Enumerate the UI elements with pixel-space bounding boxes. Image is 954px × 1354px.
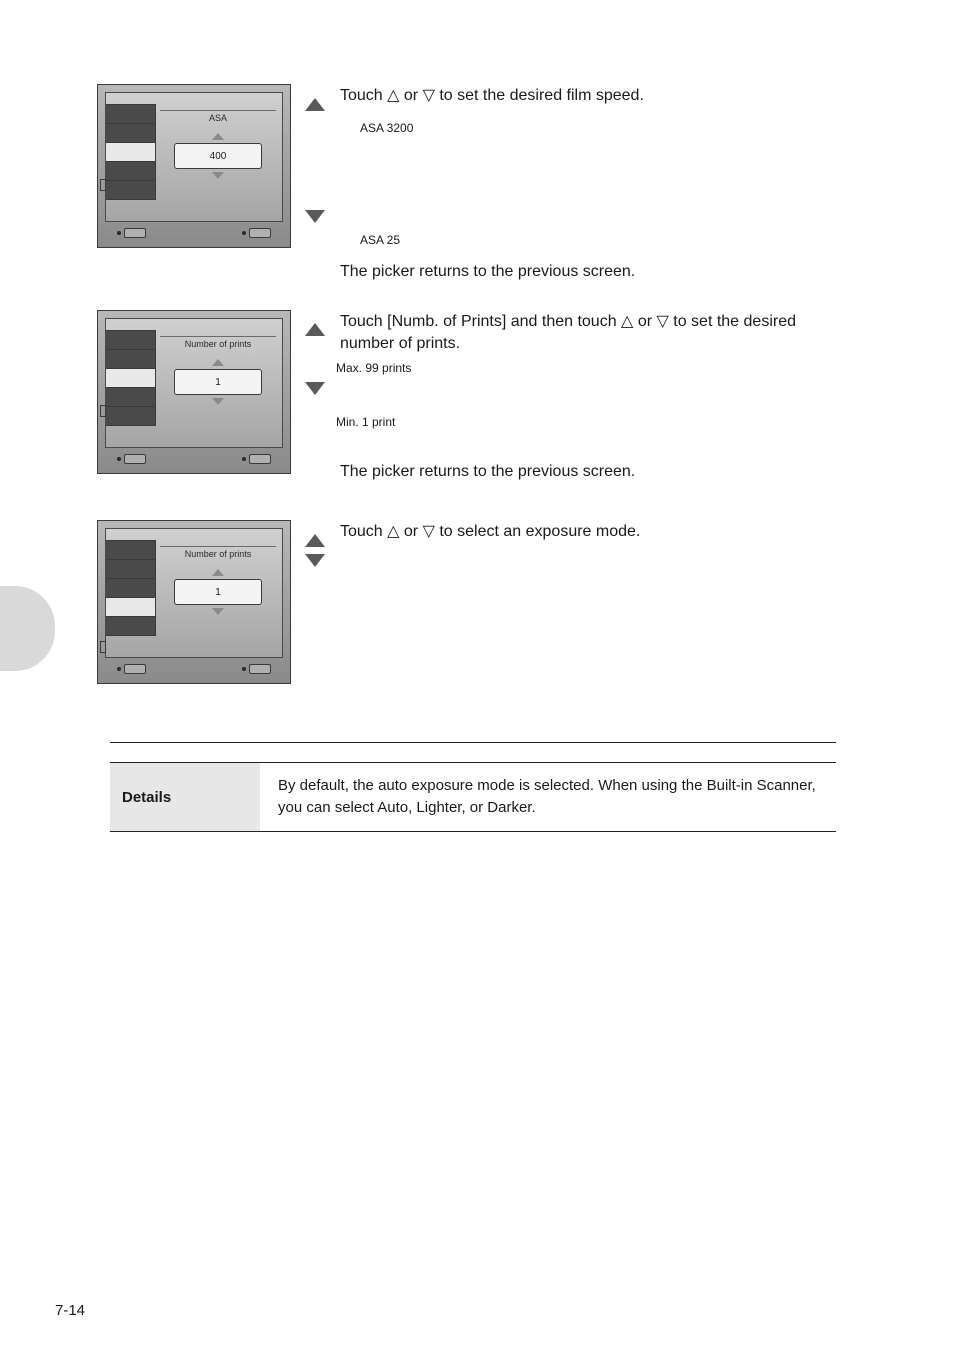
triangle-up-icon	[305, 323, 325, 336]
instruction-text: Touch	[340, 523, 387, 540]
device-sidebar	[106, 541, 156, 636]
sidebar-tab	[106, 540, 156, 560]
table-right-text: By default, the auto exposure mode is se…	[260, 763, 836, 831]
step-2-block: ASA 400	[97, 84, 291, 248]
device-button-left	[117, 454, 146, 464]
sidebar-tab	[106, 616, 156, 636]
instruction-text: to select an exposure mode.	[439, 523, 640, 540]
slider-handle-icon	[100, 641, 106, 653]
device-value-box: 1	[174, 579, 262, 605]
sidebar-tab-selected	[106, 142, 156, 162]
sidebar-tab	[106, 180, 156, 200]
device-screen: Number of prints 1	[105, 528, 283, 658]
page-number: 7-14	[55, 1302, 85, 1319]
triangle-up-icon	[305, 534, 325, 547]
step-4-text: Touch △ or ▽ to select an exposure mode.	[340, 521, 839, 543]
sidebar-tab	[106, 406, 156, 426]
device-button-left	[117, 664, 146, 674]
triangle-down-inline: ▽	[423, 523, 435, 540]
device-bottom-bar	[105, 224, 283, 242]
details-table: Details By default, the auto exposure mo…	[110, 742, 836, 832]
device-screen: ASA 400	[105, 92, 283, 222]
step-3-text: Touch [Numb. of Prints] and then touch △…	[340, 311, 839, 483]
chevron-down-icon	[212, 608, 224, 615]
device-field-area: Number of prints 1	[160, 331, 276, 405]
instruction-text: Touch [Numb. of Prints] and then touch	[340, 313, 621, 330]
step-3-block: Number of prints 1	[97, 310, 291, 474]
instruction-text: or	[638, 313, 657, 330]
device-value-box: 1	[174, 369, 262, 395]
device-value-box: 400	[174, 143, 262, 169]
device-bottom-bar	[105, 660, 283, 678]
device-sidebar	[106, 105, 156, 200]
triangle-down-icon	[305, 554, 325, 567]
sidebar-tab	[106, 349, 156, 369]
sidebar-tab-selected	[106, 368, 156, 388]
instruction-note: The picker returns to the previous scree…	[340, 261, 839, 283]
sidebar-tab	[106, 104, 156, 124]
device-mockup: ASA 400	[97, 84, 291, 248]
chevron-up-icon	[212, 569, 224, 576]
device-screen: Number of prints 1	[105, 318, 283, 448]
triangle-up-inline: △	[387, 523, 399, 540]
sidebar-tab	[106, 387, 156, 407]
triangle-up-inline: △	[387, 87, 399, 104]
instruction-note: The picker returns to the previous scree…	[340, 461, 839, 483]
triangle-down-inline: ▽	[423, 87, 435, 104]
arrow-label-up: Max. 99 prints	[336, 357, 839, 379]
slider-handle-icon	[100, 179, 106, 191]
arrow-label-down: Min. 1 print	[336, 411, 839, 433]
device-title: Number of prints	[160, 546, 276, 559]
sidebar-tab-selected	[106, 597, 156, 617]
triangle-down-icon	[305, 382, 325, 395]
page-side-tab	[0, 586, 55, 671]
device-button-right	[242, 454, 271, 464]
slider-handle-icon	[100, 405, 106, 417]
chevron-down-icon	[212, 172, 224, 179]
table-left-label: Details	[110, 763, 260, 831]
device-title: ASA	[160, 110, 276, 123]
sidebar-tab	[106, 123, 156, 143]
triangle-down-inline: ▽	[656, 313, 668, 330]
arrow-label-down: ASA 25	[360, 229, 839, 251]
device-button-right	[242, 228, 271, 238]
sidebar-tab	[106, 161, 156, 181]
device-mockup: Number of prints 1	[97, 520, 291, 684]
triangle-down-icon	[305, 210, 325, 223]
device-title: Number of prints	[160, 336, 276, 349]
instruction-text: or	[404, 523, 423, 540]
triangle-up-icon	[305, 98, 325, 111]
step-4-block: Number of prints 1	[97, 520, 291, 684]
arrow-label-up: ASA 3200	[360, 117, 839, 139]
instruction-text: Touch	[340, 87, 387, 104]
chevron-up-icon	[212, 133, 224, 140]
device-field-area: ASA 400	[160, 105, 276, 179]
device-sidebar	[106, 331, 156, 426]
step-2-text: Touch △ or ▽ to set the desired film spe…	[340, 85, 839, 283]
table-row: Details By default, the auto exposure mo…	[110, 763, 836, 831]
device-mockup: Number of prints 1	[97, 310, 291, 474]
device-button-right	[242, 664, 271, 674]
triangle-up-inline: △	[621, 313, 633, 330]
instruction-text: to set the desired film speed.	[439, 87, 644, 104]
device-field-area: Number of prints 1	[160, 541, 276, 615]
device-bottom-bar	[105, 450, 283, 468]
device-button-left	[117, 228, 146, 238]
sidebar-tab	[106, 578, 156, 598]
sidebar-tab	[106, 559, 156, 579]
table-header-spacer	[110, 743, 836, 763]
sidebar-tab	[106, 330, 156, 350]
chevron-down-icon	[212, 398, 224, 405]
instruction-text: or	[404, 87, 423, 104]
chevron-up-icon	[212, 359, 224, 366]
